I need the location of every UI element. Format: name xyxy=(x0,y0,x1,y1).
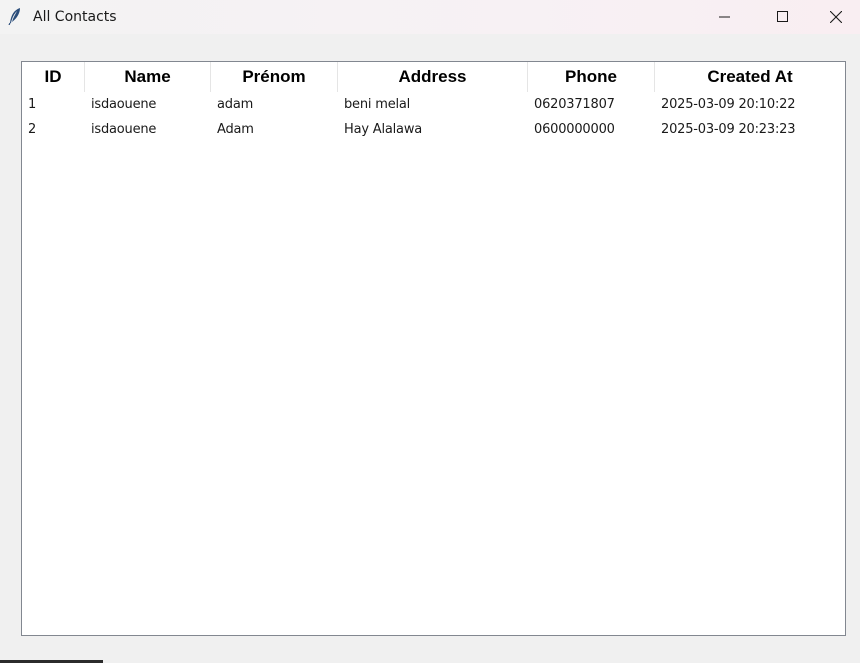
column-header-name[interactable]: Name xyxy=(85,62,211,92)
contacts-table[interactable]: ID Name Prénom Address Phone Created At … xyxy=(21,61,846,636)
minimize-icon xyxy=(719,8,731,27)
window-title: All Contacts xyxy=(33,9,117,25)
cell-prenom: adam xyxy=(217,97,254,112)
cell-id: 2 xyxy=(28,122,37,137)
window: All Contacts ID Name Prénom Address Phon… xyxy=(0,0,860,663)
cell-prenom: Adam xyxy=(217,122,254,137)
maximize-icon xyxy=(777,8,789,27)
column-header-phone[interactable]: Phone xyxy=(528,62,655,92)
cell-address: Hay Alalawa xyxy=(344,122,423,137)
close-icon xyxy=(829,8,843,27)
cell-address: beni melal xyxy=(344,97,411,112)
close-button[interactable] xyxy=(812,0,860,34)
column-header-address[interactable]: Address xyxy=(338,62,528,92)
table-row[interactable]: 2 isdaouene Adam Hay Alalawa 0600000000 … xyxy=(22,117,845,142)
column-header-id[interactable]: ID xyxy=(22,62,85,92)
feather-icon xyxy=(7,7,23,26)
cell-name: isdaouene xyxy=(91,122,157,137)
cell-id: 1 xyxy=(28,97,37,112)
minimize-button[interactable] xyxy=(696,0,754,34)
cell-phone: 0600000000 xyxy=(534,122,615,137)
cell-created-at: 2025-03-09 20:23:23 xyxy=(661,122,796,137)
title-bar[interactable]: All Contacts xyxy=(0,0,860,34)
cell-name: isdaouene xyxy=(91,97,157,112)
table-header: ID Name Prénom Address Phone Created At xyxy=(22,62,845,92)
maximize-button[interactable] xyxy=(754,0,812,34)
column-header-prenom[interactable]: Prénom xyxy=(211,62,338,92)
cell-phone: 0620371807 xyxy=(534,97,615,112)
column-header-created-at[interactable]: Created At xyxy=(655,62,845,92)
table-row[interactable]: 1 isdaouene adam beni melal 0620371807 2… xyxy=(22,92,845,117)
cell-created-at: 2025-03-09 20:10:22 xyxy=(661,97,796,112)
